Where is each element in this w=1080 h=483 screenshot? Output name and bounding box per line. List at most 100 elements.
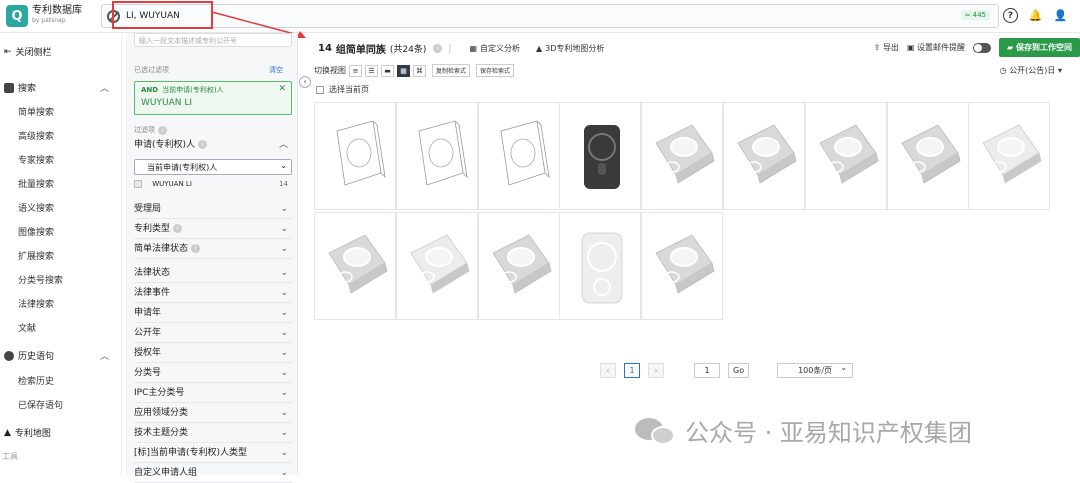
detail-view-icon[interactable]: ☰ bbox=[365, 64, 378, 77]
grid-view-icon[interactable]: ▦ bbox=[397, 64, 410, 77]
filter-row[interactable]: 授权年 ⌄ bbox=[134, 343, 292, 363]
app-logo[interactable]: Q 专利数据库 by patsnap bbox=[6, 5, 82, 27]
patent-thumbnail[interactable] bbox=[477, 212, 560, 320]
filter-row[interactable]: 技术主题分类 ⌄ bbox=[134, 423, 292, 443]
chevron-up-icon[interactable]: ︿ bbox=[279, 135, 288, 155]
filter-row[interactable]: 应用领域分类 ⌄ bbox=[134, 403, 292, 423]
sidebar-item[interactable]: 已保存语句 bbox=[18, 398, 63, 411]
image-view-icon[interactable]: ▬ bbox=[381, 64, 394, 77]
sidebar-section-history[interactable]: 历史语句 bbox=[4, 349, 54, 362]
help-icon[interactable]: ? bbox=[1003, 8, 1018, 23]
close-icon[interactable]: ✕ bbox=[278, 84, 286, 94]
clear-filters-link[interactable]: 清空 bbox=[269, 65, 283, 75]
applicant-option[interactable]: WUYUAN LI 14 bbox=[134, 180, 292, 188]
applied-filter-chip[interactable]: AND 当前申请(专利权)人 WUYUAN LI ✕ bbox=[134, 81, 292, 115]
chevron-up-icon[interactable]: ︿ bbox=[100, 81, 109, 94]
patent-thumbnail[interactable] bbox=[641, 212, 724, 320]
filter-row[interactable]: 专利类型 i ⌄ bbox=[134, 219, 292, 239]
filter-row[interactable]: 法律事件 ⌄ bbox=[134, 283, 292, 303]
patent-thumbnail[interactable] bbox=[314, 212, 396, 320]
semantic-input[interactable]: 输入一段文本描述或专利公开号 bbox=[134, 33, 292, 47]
patent-thumbnail[interactable] bbox=[395, 212, 478, 320]
list-view-icon[interactable]: ≡ bbox=[349, 64, 362, 77]
info-icon[interactable]: i bbox=[158, 125, 167, 135]
prev-page-button[interactable]: ‹ bbox=[600, 363, 616, 378]
patent-thumbnail[interactable] bbox=[641, 102, 724, 210]
save-query-button[interactable]: 保存检索式 bbox=[476, 64, 515, 77]
sidebar-item[interactable]: 专家搜索 bbox=[18, 153, 54, 166]
filter-applicant[interactable]: 申请(专利权)人 i ︿ bbox=[134, 135, 292, 155]
filter-row[interactable]: 申请年 ⌄ bbox=[134, 303, 292, 323]
info-icon[interactable]: i bbox=[198, 140, 208, 149]
patent-thumbnail[interactable] bbox=[395, 102, 478, 210]
sidebar-item[interactable]: 分类号搜索 bbox=[18, 273, 63, 286]
chevron-down-icon: ⌄ bbox=[280, 224, 288, 234]
page-number[interactable]: 1 bbox=[624, 363, 640, 378]
chevron-up-icon[interactable]: ︿ bbox=[100, 349, 109, 362]
filter-row[interactable]: 分类号 ⌄ bbox=[134, 363, 292, 383]
filter-row[interactable]: 自定义申请人组 ⌄ bbox=[134, 463, 292, 483]
app-byline: by patsnap bbox=[32, 17, 66, 24]
applicant-type-select[interactable]: 当前申请(专利权)人 ⌄ bbox=[134, 159, 292, 175]
applied-filters-label: 已选过滤项 bbox=[134, 66, 169, 74]
sidebar-section-map[interactable]: ▲ 专利地图 bbox=[4, 426, 51, 440]
info-icon[interactable]: i bbox=[173, 224, 183, 233]
per-page-select[interactable]: 100条/页 bbox=[777, 361, 854, 378]
sort-dropdown[interactable]: ◷ 公开(公告)日 ▾ bbox=[1000, 65, 1062, 76]
filter-row[interactable]: IPC主分类号 ⌄ bbox=[134, 383, 292, 403]
filter-row[interactable]: 简单法律状态 i ⌄ bbox=[134, 239, 292, 259]
filter-row[interactable]: 法律状态 ⌄ bbox=[134, 263, 292, 283]
chevron-down-icon: ⌄ bbox=[280, 204, 288, 214]
page-jump-input[interactable]: 1 bbox=[694, 363, 720, 378]
3d-map-button[interactable]: ▲ 3D专利地图分析 bbox=[536, 43, 604, 54]
close-sidebar-button[interactable]: ⇤ 关闭侧栏 bbox=[4, 45, 52, 59]
export-button[interactable]: ⇪ 导出 bbox=[874, 42, 899, 53]
info-icon[interactable]: i bbox=[433, 44, 443, 53]
email-alert-button[interactable]: ▣ 设置邮件提醒 bbox=[907, 42, 965, 53]
chart-view-icon[interactable]: ⌘ bbox=[413, 64, 426, 77]
filter-row[interactable]: [标]当前申请(专利权)人类型 ⌄ bbox=[134, 443, 292, 463]
bell-icon[interactable]: 🔔 bbox=[1028, 8, 1043, 23]
go-button[interactable]: Go bbox=[728, 363, 750, 378]
filter-row[interactable]: 受理局 ⌄ bbox=[134, 199, 292, 219]
info-icon[interactable]: i bbox=[191, 244, 201, 253]
device-image bbox=[418, 120, 468, 186]
patent-thumbnail[interactable] bbox=[559, 212, 642, 320]
patent-thumbnail[interactable] bbox=[886, 102, 969, 210]
device-image bbox=[492, 234, 552, 294]
patent-thumbnail[interactable] bbox=[477, 102, 560, 210]
highlight-annotation bbox=[112, 1, 213, 29]
custom-analysis-button[interactable]: ▦ 自定义分析 bbox=[469, 43, 520, 54]
select-page[interactable]: 选择当前页 bbox=[316, 84, 369, 95]
patent-thumbnail[interactable] bbox=[804, 102, 887, 210]
sidebar-item[interactable]: 法律搜索 bbox=[18, 297, 54, 310]
sidebar-item[interactable]: 简单搜索 bbox=[18, 105, 54, 118]
chip-value: WUYUAN LI bbox=[141, 98, 192, 108]
export-icon: ⇪ bbox=[873, 43, 881, 52]
checkbox[interactable] bbox=[316, 85, 324, 94]
sidebar-section-search[interactable]: 搜索 bbox=[4, 81, 36, 94]
copy-query-button[interactable]: 复制检索式 bbox=[432, 64, 471, 77]
next-page-button[interactable]: › bbox=[648, 363, 664, 378]
chevron-down-icon: ⌄ bbox=[280, 161, 287, 170]
sidebar-item[interactable]: 图像搜索 bbox=[18, 225, 54, 238]
sidebar-item[interactable]: 文献 bbox=[18, 321, 36, 334]
pagination: ‹ 1 › 1 Go 100条/页 bbox=[600, 361, 854, 378]
chevron-down-icon: ⌄ bbox=[280, 428, 288, 438]
patent-thumbnail[interactable] bbox=[723, 102, 805, 210]
save-to-workspace-button[interactable]: ▰ 保存到工作空间 bbox=[999, 38, 1080, 57]
alert-toggle[interactable] bbox=[973, 42, 992, 53]
sidebar-item[interactable]: 语义搜索 bbox=[18, 201, 54, 214]
chevron-down-icon: ⌄ bbox=[280, 368, 288, 378]
patent-thumbnail[interactable] bbox=[968, 102, 1051, 210]
user-icon[interactable]: 👤 bbox=[1053, 8, 1068, 23]
sidebar-item[interactable]: 高级搜索 bbox=[18, 129, 54, 142]
checkbox[interactable] bbox=[134, 180, 142, 188]
alert-icon: ▣ bbox=[906, 43, 915, 52]
patent-thumbnail[interactable] bbox=[559, 102, 642, 210]
filter-row[interactable]: 公开年 ⌄ bbox=[134, 323, 292, 343]
patent-thumbnail[interactable] bbox=[314, 102, 396, 210]
sidebar-item[interactable]: 批量搜索 bbox=[18, 177, 54, 190]
sidebar-item[interactable]: 扩展搜索 bbox=[18, 249, 54, 262]
sidebar-item[interactable]: 检索历史 bbox=[18, 374, 54, 387]
